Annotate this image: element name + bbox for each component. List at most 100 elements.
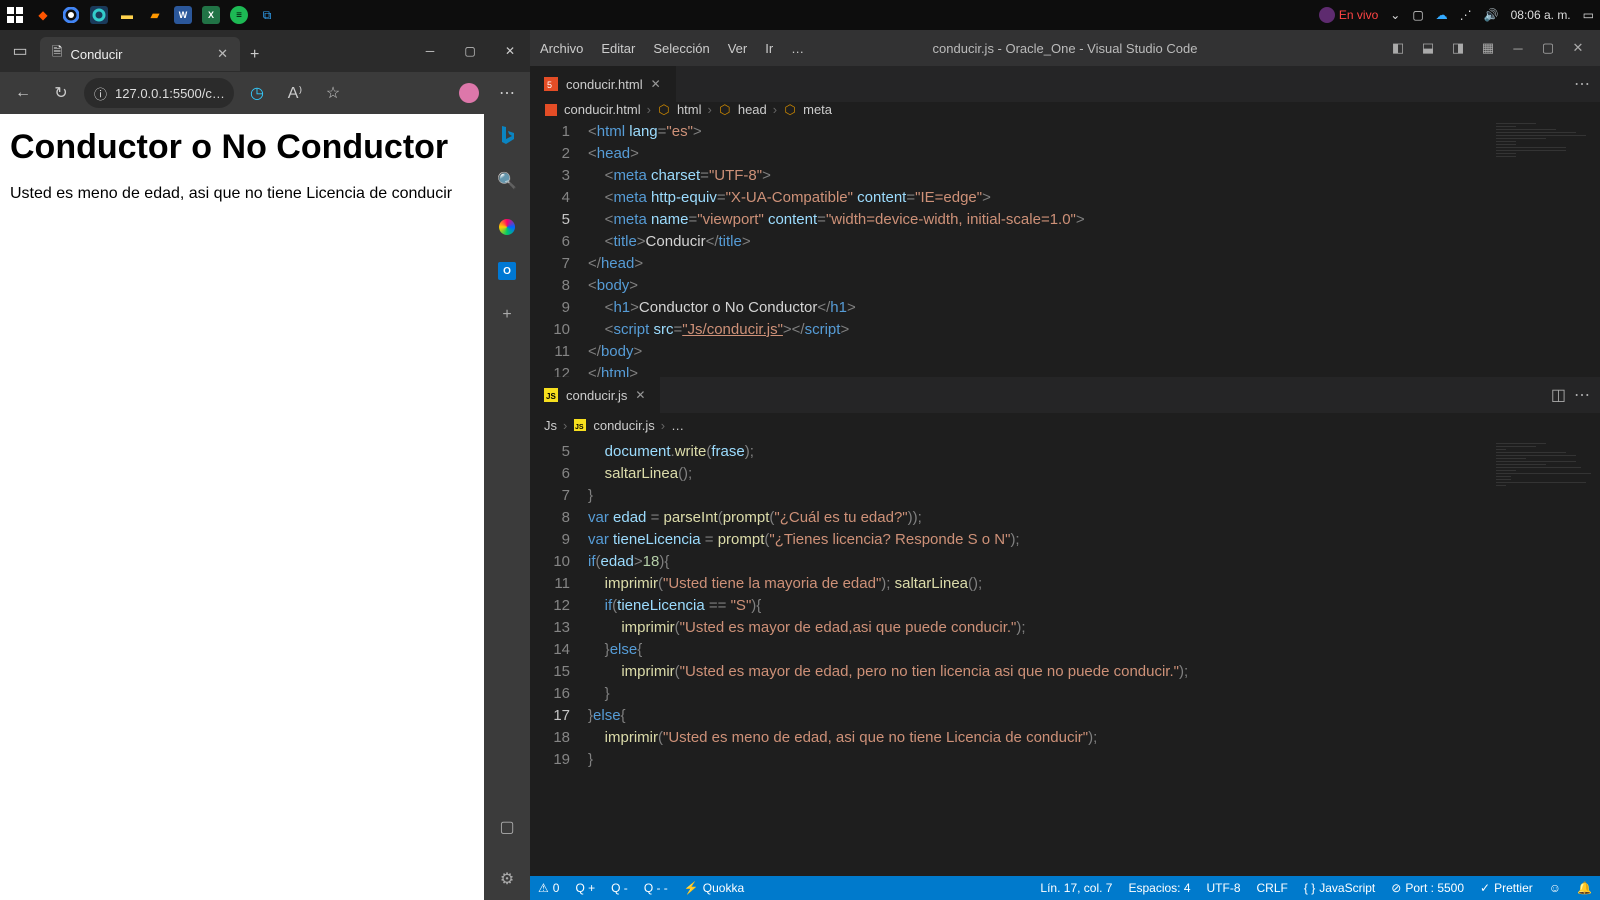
status-encoding[interactable]: UTF-8: [1199, 881, 1249, 895]
live-indicator[interactable]: En vivo: [1319, 7, 1378, 23]
code-lines-2: document.write(frase); saltarLinea(); } …: [588, 441, 1600, 771]
tray-clock[interactable]: 08:06 a. m.: [1511, 8, 1571, 22]
js-file-icon: JS: [573, 418, 587, 432]
profile-icon[interactable]: [454, 78, 484, 108]
gutter-1: 123456789101112: [530, 121, 580, 385]
status-bell-icon[interactable]: 🔔: [1569, 881, 1600, 895]
url-text: 127.0.0.1:5500/c…: [115, 86, 225, 101]
vscode-minimize-button[interactable]: ─: [1506, 36, 1530, 60]
more-menu-button[interactable]: ⋯: [492, 78, 522, 108]
tray-battery-icon[interactable]: ▢: [1412, 8, 1423, 22]
add-sidebar-button[interactable]: +: [496, 304, 518, 326]
site-info-icon[interactable]: ⓘ: [94, 84, 107, 103]
new-tab-button[interactable]: +: [240, 46, 269, 64]
layout-sidebar-left-icon[interactable]: ◧: [1386, 36, 1410, 60]
breadcrumb-2[interactable]: Js › JS conducir.js › …: [530, 413, 1600, 437]
start-icon[interactable]: [6, 6, 24, 24]
tab-conducir-html[interactable]: 5 conducir.html ✕: [530, 66, 676, 102]
back-button[interactable]: ←: [8, 78, 38, 108]
status-problems[interactable]: ⚠ 0: [530, 876, 567, 900]
explorer-icon[interactable]: ▬: [118, 6, 136, 24]
brave-icon[interactable]: ◆: [34, 6, 52, 24]
status-eol[interactable]: CRLF: [1249, 881, 1296, 895]
tab-actions-button[interactable]: ▭: [0, 41, 40, 61]
vscode-window: Archivo Editar Selección Ver Ir … conduc…: [530, 30, 1600, 900]
page-text: Usted es meno de edad, asi que no tiene …: [10, 185, 474, 203]
tab-title: Conducir: [70, 47, 122, 62]
word-icon[interactable]: W: [174, 6, 192, 24]
html-file-icon: 5: [544, 77, 558, 91]
vscode-titlebar: Archivo Editar Selección Ver Ir … conduc…: [530, 30, 1600, 66]
minimize-button[interactable]: ─: [410, 31, 450, 71]
tray-notification-icon[interactable]: ▭: [1583, 8, 1594, 22]
status-q-plus[interactable]: Q +: [567, 876, 603, 900]
status-prettier[interactable]: ✓ Prettier: [1472, 881, 1541, 895]
edge-browser-window: ▭ 🗎 Conducir ✕ + ─ ▢ ✕ ← ↻ ⓘ 127.0.0.1:5…: [0, 30, 530, 900]
minimap-1[interactable]: [1496, 121, 1596, 159]
edge-icon[interactable]: [90, 6, 108, 24]
tray-onedrive-icon[interactable]: ☁: [1436, 8, 1448, 22]
chrome-icon[interactable]: [62, 6, 80, 24]
excel-icon[interactable]: X: [202, 6, 220, 24]
menu-file[interactable]: Archivo: [540, 41, 583, 56]
tab-more-icon[interactable]: ⋯: [1574, 74, 1590, 94]
tab-more-icon[interactable]: ⋯: [1574, 385, 1590, 405]
menu-selection[interactable]: Selección: [653, 41, 709, 56]
status-quokka[interactable]: ⚡ Quokka: [676, 876, 752, 900]
tab-label: conducir.html: [566, 77, 643, 92]
layout-customize-icon[interactable]: ▦: [1476, 36, 1500, 60]
status-spaces[interactable]: Espacios: 4: [1120, 881, 1198, 895]
status-live-server-port[interactable]: ⊘ Port : 5500: [1383, 881, 1472, 895]
shopping-icon[interactable]: ◷: [242, 78, 272, 108]
vscode-icon[interactable]: ⧉: [258, 6, 276, 24]
minimap-2[interactable]: [1496, 441, 1596, 488]
layout-panel-bottom-icon[interactable]: ⬓: [1416, 36, 1440, 60]
bing-icon[interactable]: [496, 124, 518, 146]
status-q-dashdash[interactable]: Q - -: [636, 876, 676, 900]
close-tab-icon[interactable]: ✕: [217, 46, 228, 62]
outlook-icon[interactable]: O: [498, 262, 516, 280]
close-window-button[interactable]: ✕: [490, 31, 530, 71]
close-tab-icon[interactable]: ✕: [635, 388, 645, 402]
maximize-button[interactable]: ▢: [450, 31, 490, 71]
tray-chevron-icon[interactable]: ⌄: [1390, 8, 1400, 22]
menu-more[interactable]: …: [791, 41, 804, 56]
status-q-minus[interactable]: Q -: [603, 876, 636, 900]
window-title: conducir.js - Oracle_One - Visual Studio…: [933, 41, 1198, 56]
search-icon[interactable]: 🔍: [496, 170, 518, 192]
page-icon: 🗎: [52, 43, 62, 65]
status-line-col[interactable]: Lín. 17, col. 7: [1032, 881, 1120, 895]
copilot-icon[interactable]: [496, 216, 518, 238]
menu-view[interactable]: Ver: [728, 41, 748, 56]
editor-group-1: 5 conducir.html ✕ ⋯ conducir.html › ⬡ ht…: [530, 66, 1600, 376]
sidebar-toggle-icon[interactable]: ▢: [496, 816, 518, 838]
close-tab-icon[interactable]: ✕: [651, 77, 661, 91]
svg-text:JS: JS: [575, 424, 584, 431]
code-editor-2[interactable]: 5678910111213141516171819 document.write…: [530, 437, 1600, 876]
code-editor-1[interactable]: 123456789101112 <html lang="es"> <head> …: [530, 117, 1600, 389]
tab-conducir-js[interactable]: JS conducir.js ✕: [530, 377, 660, 413]
vscode-maximize-button[interactable]: ▢: [1536, 36, 1560, 60]
status-language[interactable]: { } JavaScript: [1296, 881, 1383, 895]
spotify-icon[interactable]: ≡: [230, 6, 248, 24]
browser-titlebar: ▭ 🗎 Conducir ✕ + ─ ▢ ✕: [0, 30, 530, 72]
breadcrumb-1[interactable]: conducir.html › ⬡ html › ⬡ head › ⬡ meta: [530, 102, 1600, 117]
favorite-icon[interactable]: ☆: [318, 78, 348, 108]
sublime-icon[interactable]: ▰: [146, 6, 164, 24]
menu-go[interactable]: Ir: [765, 41, 773, 56]
tabbar-2: JS conducir.js ✕ ◫ ⋯: [530, 377, 1600, 413]
address-bar[interactable]: ⓘ 127.0.0.1:5500/c…: [84, 78, 234, 108]
tray-wifi-icon[interactable]: ⋰: [1460, 8, 1472, 22]
layout-sidebar-right-icon[interactable]: ◨: [1446, 36, 1470, 60]
browser-viewport: Conductor o No Conductor Usted es meno d…: [0, 114, 484, 900]
browser-tab[interactable]: 🗎 Conducir ✕: [40, 37, 240, 71]
read-aloud-icon[interactable]: A⁾: [280, 78, 310, 108]
split-editor-icon[interactable]: ◫: [1551, 385, 1566, 405]
vscode-close-button[interactable]: ✕: [1566, 36, 1590, 60]
sidebar-settings-icon[interactable]: ⚙: [496, 868, 518, 890]
refresh-button[interactable]: ↻: [46, 78, 76, 108]
status-feedback-icon[interactable]: ☺: [1541, 881, 1569, 895]
tabbar-1: 5 conducir.html ✕ ⋯: [530, 66, 1600, 102]
tray-volume-icon[interactable]: 🔊: [1484, 8, 1499, 22]
menu-edit[interactable]: Editar: [601, 41, 635, 56]
